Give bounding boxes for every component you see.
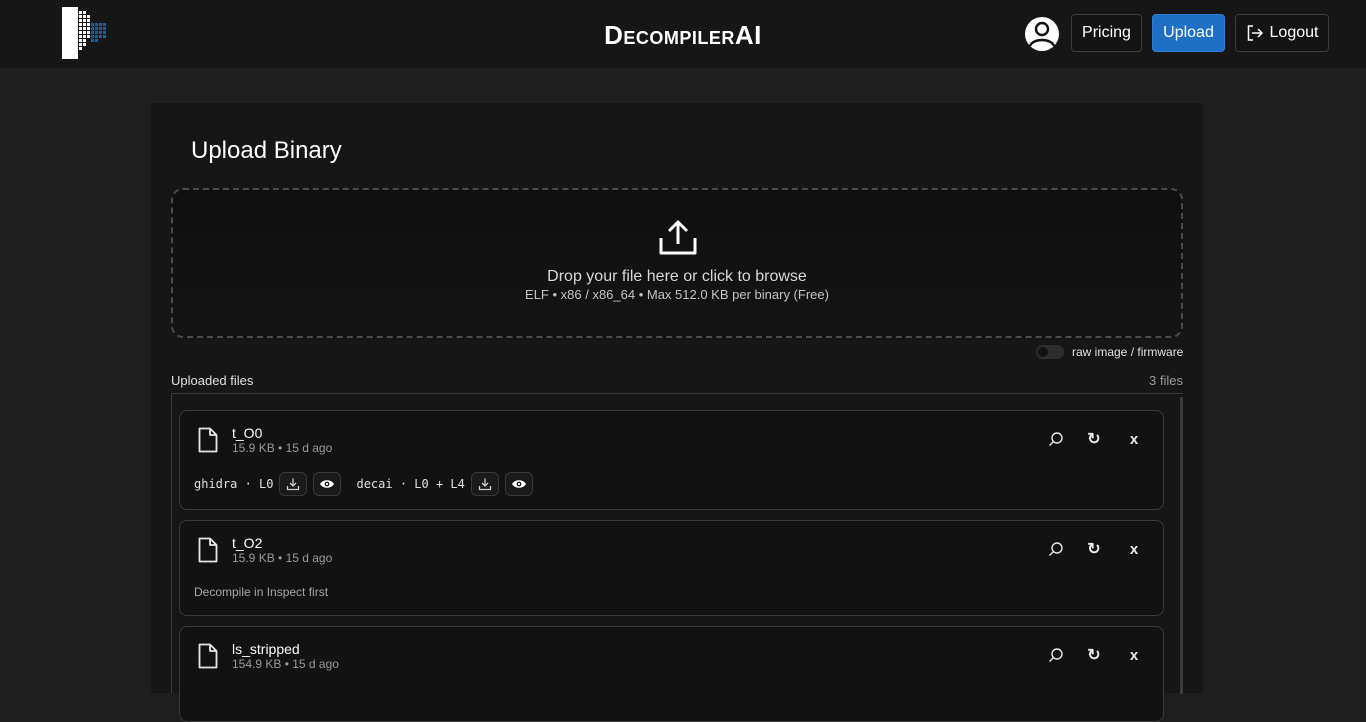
view-decai-button[interactable] [504,472,533,496]
file-name: t_O0 [232,425,263,441]
file-meta: 154.9 KB • 15 d ago [232,657,339,671]
file-dropzone[interactable]: Drop your file here or click to browse E… [171,188,1183,338]
user-avatar-icon[interactable] [1024,16,1060,52]
uploaded-files-list[interactable]: t_O0 15.9 KB • 15 d ago ↻ x ghidra · L0 [171,393,1183,722]
eye-icon [511,480,526,488]
view-ghidra-button[interactable] [313,472,342,496]
uploaded-files-label: Uploaded files [171,373,254,388]
close-icon: x [1129,430,1139,448]
logout-icon [1247,25,1263,41]
upload-button[interactable]: Upload [1152,14,1225,52]
redecompile-button[interactable]: ↻ [1084,645,1104,665]
inspect-button[interactable] [1046,539,1066,559]
raw-image-toggle-row: raw image / firmware [1036,344,1183,360]
raw-image-toggle-label: raw image / firmware [1072,345,1184,359]
file-item[interactable]: ls_stripped 154.9 KB • 15 d ago ↻ x [179,626,1164,722]
refresh-icon: ↻ [1087,647,1101,664]
dropzone-subtext: ELF • x86 / x86_64 • Max 512.0 KB per bi… [525,287,829,302]
decompile-hint: Decompile in Inspect first [194,585,329,599]
refresh-icon: ↻ [1087,431,1101,448]
close-icon: x [1129,646,1139,664]
dropzone-text: Drop your file here or click to browse [547,268,807,285]
search-icon [1049,542,1063,556]
file-icon [198,427,218,453]
delete-file-button[interactable]: x [1124,645,1144,665]
logout-label: Logout [1269,24,1319,41]
files-scrollbar[interactable] [1180,397,1183,694]
file-name: ls_stripped [232,641,300,657]
decompile-outputs: ghidra · L0 decai · L0 + L4 [194,471,533,497]
raw-image-toggle[interactable] [1036,345,1064,359]
file-name: t_O2 [232,535,263,551]
inspect-button[interactable] [1046,645,1066,665]
pricing-button[interactable]: Pricing [1071,14,1142,52]
search-icon [1049,648,1063,662]
download-decai-button[interactable] [470,472,499,496]
output-label-decai: decai · L0 + L4 [356,477,465,491]
logout-button[interactable]: Logout [1235,14,1329,52]
inspect-button[interactable] [1046,429,1066,449]
upload-icon [659,220,697,255]
file-meta: 15.9 KB • 15 d ago [232,441,333,455]
close-icon: x [1129,540,1139,558]
file-meta: 15.9 KB • 15 d ago [232,551,333,565]
download-icon [287,478,300,491]
file-item[interactable]: t_O2 15.9 KB • 15 d ago ↻ x Decompile in… [179,520,1164,616]
files-count: 3 files [1149,373,1183,388]
file-icon [198,537,218,563]
download-icon [478,478,492,491]
output-label-ghidra: ghidra · L0 [194,477,274,491]
file-item[interactable]: t_O0 15.9 KB • 15 d ago ↻ x ghidra · L0 [179,410,1164,510]
upload-card: Upload Binary Drop your file here or cli… [151,103,1203,722]
refresh-icon: ↻ [1087,541,1101,558]
delete-file-button[interactable]: x [1124,429,1144,449]
download-ghidra-button[interactable] [279,472,308,496]
redecompile-button[interactable]: ↻ [1084,539,1104,559]
top-navbar: DecompilerAI Pricing Upload Logout [0,0,1366,68]
redecompile-button[interactable]: ↻ [1084,429,1104,449]
file-icon [198,643,218,669]
page-title: Upload Binary [191,137,342,164]
search-icon [1049,432,1063,446]
delete-file-button[interactable]: x [1124,539,1144,559]
eye-icon [320,480,335,488]
